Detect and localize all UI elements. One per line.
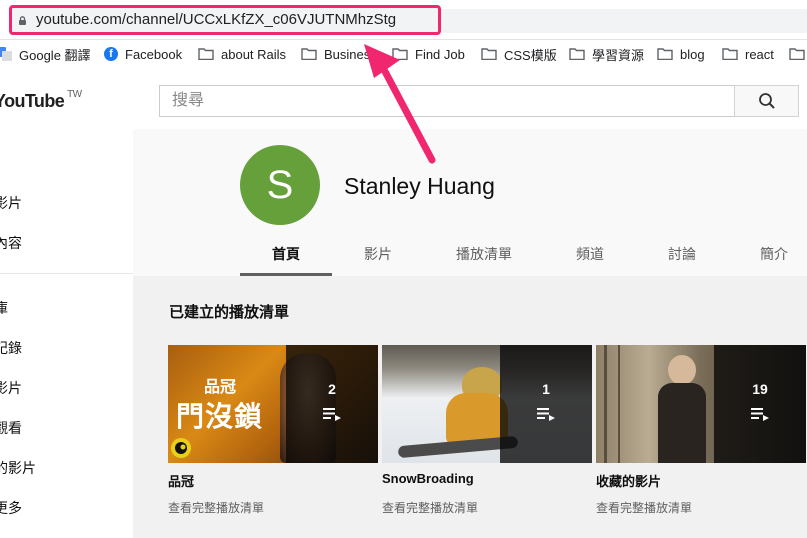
bookmark-folder-more[interactable]: [789, 40, 807, 68]
bookmark-folder-blog[interactable]: blog: [657, 40, 705, 68]
sidebar-item[interactable]: 庫: [0, 298, 8, 318]
playlist-thumbnail[interactable]: 品冠 門沒鎖 2: [168, 345, 378, 463]
thumbnail-portrait-body: [658, 383, 706, 463]
folder-icon: [198, 48, 214, 60]
bookmark-label: react: [745, 46, 774, 62]
lock-icon: [19, 16, 26, 25]
sidebar-item[interactable]: 的影片: [0, 458, 36, 478]
bookmark-folder-learning[interactable]: 學習資源: [569, 40, 644, 68]
playlist-card[interactable]: 1 SnowBroading 查看完整播放清單: [382, 345, 592, 515]
url-text: youtube.com/channel/UCCxLKfZX_c06VJUTNMh…: [36, 11, 397, 28]
bookmark-facebook[interactable]: f Facebook: [104, 40, 182, 68]
bookmark-label: Facebook: [125, 46, 183, 62]
channel-avatar[interactable]: S: [240, 145, 320, 225]
view-full-playlist-link[interactable]: 查看完整播放清單: [382, 499, 478, 516]
video-count: 1: [542, 381, 550, 397]
playlist-card[interactable]: 品冠 門沒鎖 2 品冠 查看完整播放清單: [168, 345, 378, 515]
folder-icon: [722, 48, 738, 60]
bookmark-label: 學習資源: [592, 47, 645, 63]
tab-discussion[interactable]: 討論: [636, 239, 728, 276]
folder-icon: [657, 48, 673, 60]
thumbnail-caption-small: 品冠: [204, 379, 237, 396]
view-full-playlist-link[interactable]: 查看完整播放清單: [168, 499, 264, 516]
playlist-icon: [537, 408, 555, 421]
playlist-title[interactable]: 收藏的影片: [596, 471, 661, 490]
view-full-playlist-link[interactable]: 查看完整播放清單: [596, 499, 692, 516]
playlist-count-overlay: 2: [286, 345, 378, 463]
tab-home[interactable]: 首頁: [240, 239, 332, 276]
bookmark-google-translate[interactable]: Google 翻譯: [0, 40, 91, 68]
address-bar-extension: [441, 9, 807, 33]
thumbnail-tree: [618, 345, 620, 463]
channel-content: 已建立的播放清單 品冠 門沒鎖 2 品冠 查看完整播放清單 1 SnowBroa…: [133, 276, 807, 538]
thumbnail-caption-big: 門沒鎖: [176, 401, 264, 432]
channel-header: S Stanley Huang 首頁 影片 播放清單 頻道 討論 簡介: [133, 129, 807, 276]
folder-icon: [301, 48, 317, 60]
search-icon: [758, 93, 775, 109]
search-button[interactable]: [734, 85, 799, 117]
sidebar-item[interactable]: 影片: [0, 193, 22, 213]
bookmark-label: about Rails: [221, 46, 287, 62]
sidebar-item[interactable]: 記錄: [0, 338, 22, 358]
playlist-count-overlay: 19: [714, 345, 806, 463]
bookmark-folder-react[interactable]: react: [722, 40, 774, 68]
thumbnail-portrait-head: [668, 355, 696, 385]
playlist-card[interactable]: 19 收藏的影片 查看完整播放清單: [596, 345, 806, 515]
tab-channels[interactable]: 頻道: [544, 239, 636, 276]
youtube-logo[interactable]: YouTube TW: [0, 89, 82, 112]
section-title[interactable]: 已建立的播放清單: [169, 301, 289, 322]
bookmark-folder-css[interactable]: CSS模版: [481, 40, 557, 68]
browser-url-bar: youtube.com/channel/UCCxLKfZX_c06VJUTNMh…: [0, 0, 807, 40]
google-translate-icon: [0, 46, 12, 62]
bookmark-label: CSS模版: [504, 47, 557, 63]
sidebar-item[interactable]: 內容: [0, 233, 22, 253]
tab-about[interactable]: 簡介: [728, 239, 807, 276]
sidebar-divider: [0, 273, 133, 274]
annotation-arrow: [364, 44, 436, 164]
playlist-icon: [323, 408, 341, 421]
label-logo-icon: [171, 438, 191, 458]
thumbnail-tree: [604, 345, 607, 463]
bookmark-label: Google 翻譯: [19, 47, 91, 63]
sidebar-item[interactable]: 觀看: [0, 418, 22, 438]
folder-icon: [569, 48, 585, 60]
video-count: 2: [328, 381, 336, 397]
playlist-count-overlay: 1: [500, 345, 592, 463]
playlist-thumbnail[interactable]: 19: [596, 345, 806, 463]
facebook-icon: f: [104, 47, 118, 61]
video-count: 19: [752, 381, 768, 397]
playlist-title[interactable]: SnowBroading: [382, 471, 474, 486]
channel-name: Stanley Huang: [344, 173, 495, 199]
bookmark-label: blog: [680, 46, 705, 62]
playlist-title[interactable]: 品冠: [168, 471, 194, 490]
youtube-sidebar: YouTube TW 影片 內容 庫 記錄 影片 觀看 的影片 更多: [0, 68, 133, 538]
address-field[interactable]: youtube.com/channel/UCCxLKfZX_c06VJUTNMh…: [9, 5, 441, 35]
tab-playlists[interactable]: 播放清單: [438, 239, 530, 276]
folder-icon: [481, 48, 497, 60]
logo-region: TW: [67, 89, 82, 100]
playlist-thumbnail[interactable]: 1: [382, 345, 592, 463]
tab-videos[interactable]: 影片: [332, 239, 424, 276]
playlist-icon: [751, 408, 769, 421]
folder-icon: [789, 48, 805, 60]
sidebar-item[interactable]: 更多: [0, 498, 22, 518]
sidebar-item[interactable]: 影片: [0, 378, 22, 398]
bookmark-folder-about-rails[interactable]: about Rails: [198, 40, 286, 68]
